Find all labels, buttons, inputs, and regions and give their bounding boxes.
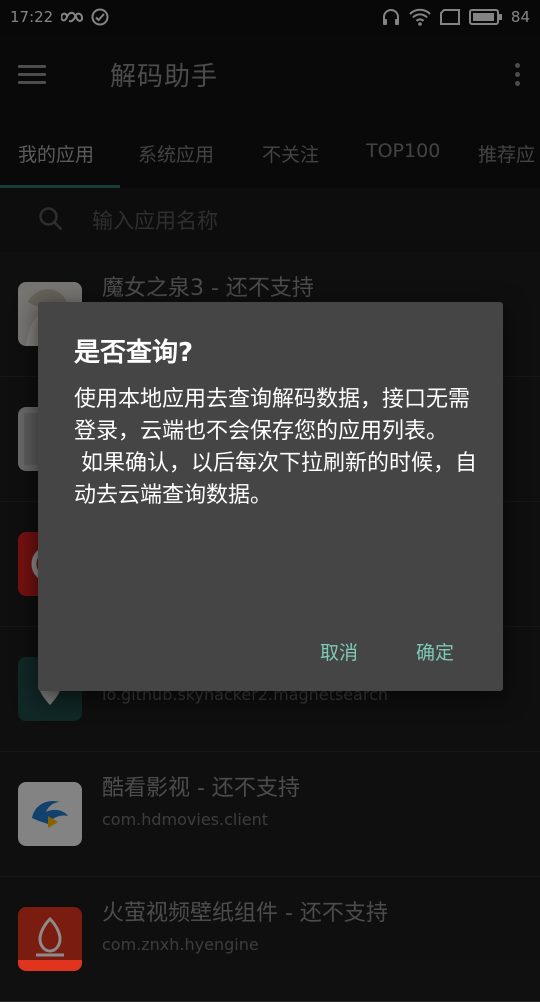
dialog-title: 是否查询? xyxy=(74,338,194,368)
app-screen: 17:22 84 解码助手 我的应用 系统应用 不关注 TOP100 推荐应 输… xyxy=(0,0,540,1002)
cancel-button[interactable]: 取消 xyxy=(310,632,368,671)
dialog-message: 使用本地应用去查询解码数据，接口无需登录，云端也不会保存您的应用列表。 如果确认… xyxy=(74,387,478,508)
confirm-button[interactable]: 确定 xyxy=(406,632,464,671)
query-confirm-dialog: 是否查询? 使用本地应用去查询解码数据，接口无需登录，云端也不会保存您的应用列表… xyxy=(38,302,503,691)
